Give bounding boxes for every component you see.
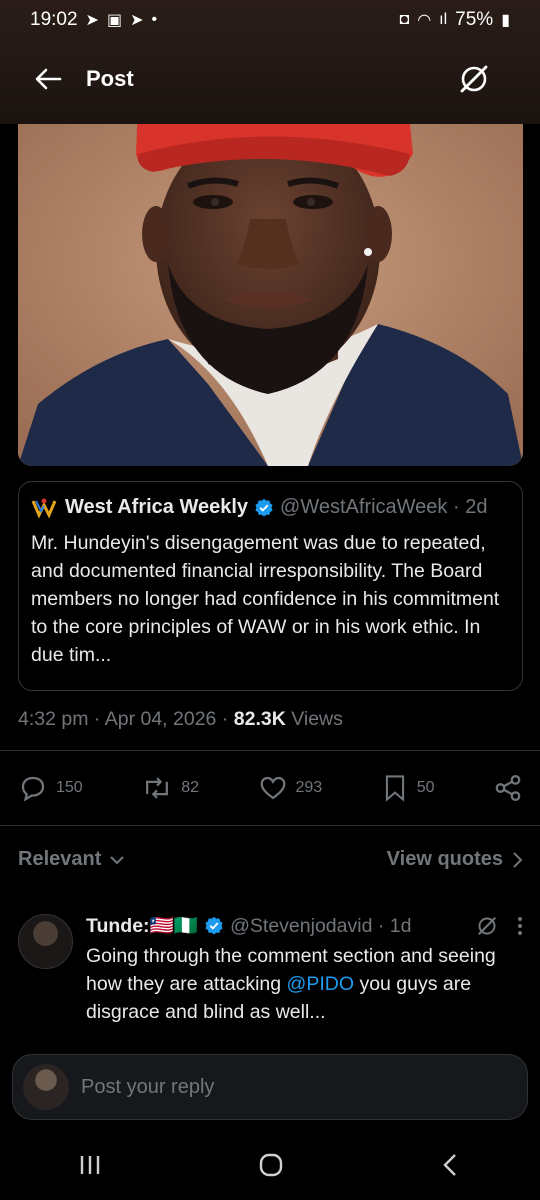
more-options-icon[interactable] <box>517 916 523 936</box>
share-icon <box>495 775 521 801</box>
like-count: 293 <box>295 779 323 796</box>
separator-dot: · <box>372 914 390 937</box>
wifi-icon: ◠ <box>417 12 432 29</box>
repost-count: 82 <box>181 779 199 796</box>
like-button[interactable]: 293 <box>258 773 323 803</box>
status-time: 19:02 <box>30 9 78 30</box>
views-label[interactable]: Views <box>291 708 343 730</box>
post-image[interactable] <box>18 124 523 466</box>
reply-icon <box>21 776 45 802</box>
reply-time: 1d <box>389 914 412 937</box>
separator-dot: · <box>447 496 466 518</box>
west-africa-weekly-logo-icon <box>31 498 57 519</box>
telegram-icon: ➤ <box>130 12 144 29</box>
back-icon[interactable] <box>439 1152 463 1178</box>
post-actions: 150 82 293 50 <box>18 768 523 808</box>
mention-link[interactable]: @PIDO <box>287 973 354 995</box>
dot-icon: • <box>151 11 158 28</box>
quote-time: 2d <box>465 496 488 518</box>
share-button[interactable] <box>493 773 523 803</box>
post-date: Apr 04, 2026 <box>104 708 217 730</box>
post-time: 4:32 pm <box>18 708 89 730</box>
repost-icon <box>146 777 169 799</box>
quote-text: Mr. Hundeyin's disengagement was due to … <box>31 532 500 666</box>
verified-badge-icon <box>205 916 223 935</box>
grok-icon[interactable] <box>475 914 499 938</box>
avatar[interactable] <box>18 914 73 969</box>
chevron-right-icon <box>513 851 523 868</box>
relevant-sort-button[interactable]: Relevant <box>18 848 125 871</box>
gallery-icon: ▣ <box>106 12 123 29</box>
reply-composer[interactable] <box>12 1054 528 1120</box>
grok-icon <box>460 65 488 93</box>
reply-button[interactable]: 150 <box>18 773 83 803</box>
reply-handle: @Stevenjodavid <box>230 914 373 937</box>
quote-author-name: West Africa Weekly <box>65 496 249 518</box>
grok-button[interactable] <box>454 59 494 99</box>
post-meta: 4:32 pm · Apr 04, 2026 · 82.3K Views <box>18 708 343 731</box>
back-arrow-icon <box>35 68 62 90</box>
portrait-illustration <box>18 124 523 466</box>
views-count[interactable]: 82.3K <box>234 708 286 730</box>
repost-button[interactable]: 82 <box>141 773 199 803</box>
back-button[interactable] <box>28 59 68 99</box>
separator-dot: · <box>93 708 105 730</box>
reply-text: Going through the comment section and se… <box>86 942 523 1026</box>
bookmark-count: 50 <box>416 779 435 796</box>
page-title: Post <box>86 66 134 91</box>
bookmark-icon <box>385 775 404 802</box>
telegram-icon: ➤ <box>85 12 99 29</box>
home-icon[interactable] <box>257 1151 285 1179</box>
system-nav-bar <box>0 1130 540 1200</box>
bookmark-button[interactable]: 50 <box>381 773 435 803</box>
heart-icon <box>260 776 285 800</box>
reply-count: 150 <box>56 779 83 796</box>
battery-icon: ▮ <box>501 12 510 29</box>
signal-icon: ıl <box>439 11 448 28</box>
battery-level: 75% <box>455 9 494 30</box>
verified-badge-icon <box>255 498 273 516</box>
quote-handle: @WestAfricaWeek <box>280 496 448 518</box>
view-quotes-button[interactable]: View quotes <box>387 848 523 871</box>
quoted-post[interactable]: West Africa Weekly @WestAfricaWeek · 2d … <box>18 481 523 691</box>
view-quotes-label: View quotes <box>386 848 503 870</box>
avatar <box>23 1064 69 1110</box>
reply-input[interactable] <box>81 1075 501 1099</box>
divider <box>0 825 540 826</box>
lock-icon: ◘ <box>399 11 410 28</box>
reply-author-name: Tunde: <box>86 914 150 937</box>
status-bar: 19:02 ➤ ▣ ➤ • ◘ ◠ ıl 75% ▮ <box>0 0 540 40</box>
chevron-down-icon <box>110 855 125 864</box>
separator-dot: · <box>221 708 234 730</box>
flag-emojis: 🇱🇷🇳🇬 <box>149 915 199 937</box>
replies-sort-row: Relevant View quotes <box>18 848 523 871</box>
recent-apps-icon[interactable] <box>77 1153 103 1177</box>
divider <box>0 750 540 751</box>
relevant-label: Relevant <box>18 848 102 870</box>
